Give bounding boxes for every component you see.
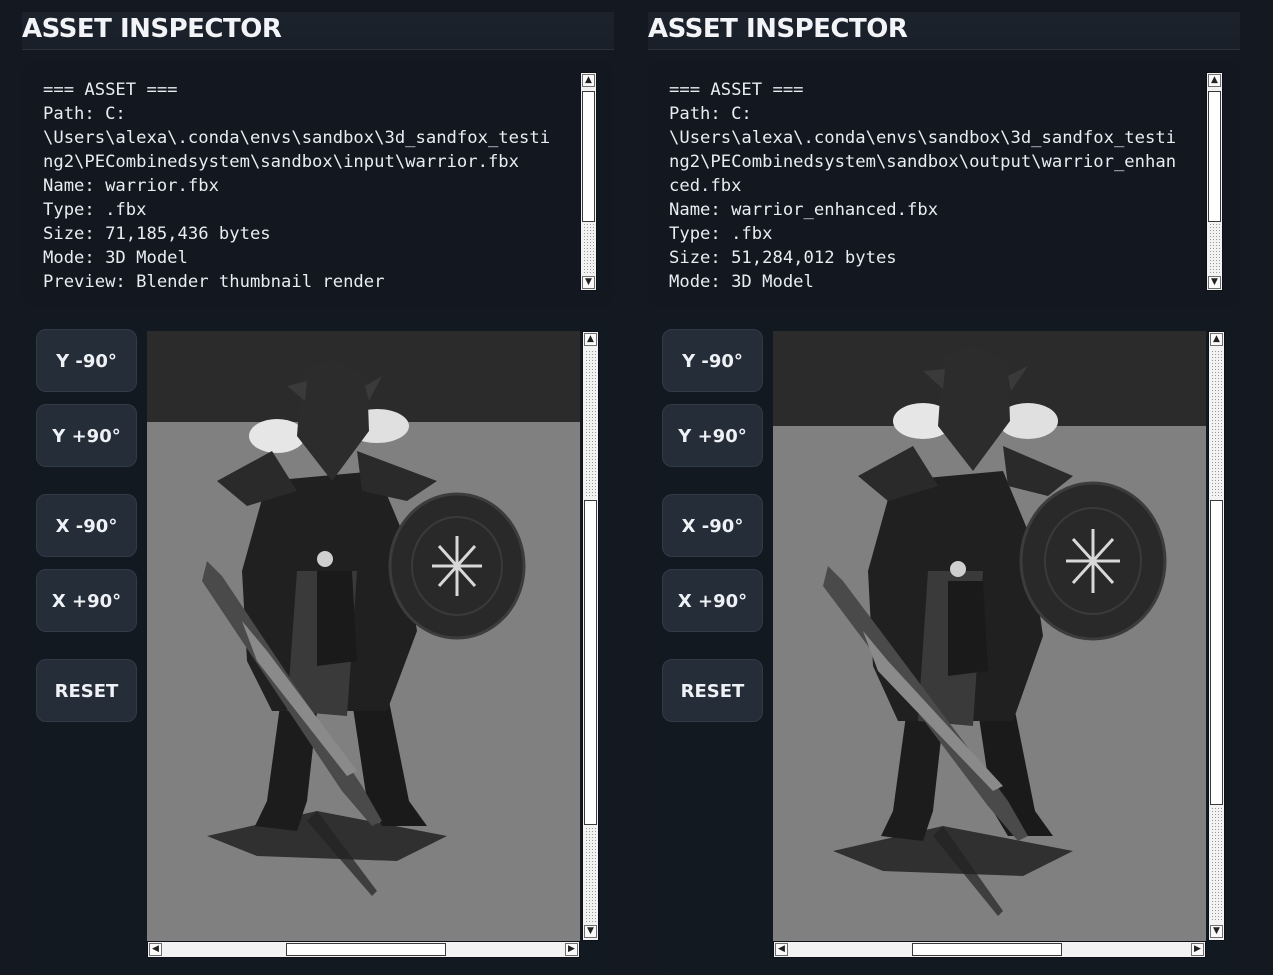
- scroll-up-arrow-icon[interactable]: ▲: [582, 74, 595, 87]
- preview-horizontal-scrollbar[interactable]: ◀ ▶: [773, 941, 1206, 958]
- right-inspector-panel: ASSET INSPECTOR === ASSET === Path: C: \…: [648, 0, 1240, 975]
- rotate-x-minus-button[interactable]: X -90°: [662, 494, 763, 557]
- reset-view-button[interactable]: RESET: [662, 659, 763, 722]
- preview-vertical-scrollbar[interactable]: ▲ ▼: [582, 331, 599, 941]
- info-vertical-scrollbar[interactable]: ▲ ▼: [580, 72, 597, 291]
- panel-header: ASSET INSPECTOR: [648, 12, 1240, 50]
- asset-info-box[interactable]: === ASSET === Path: C: \Users\alexa\.con…: [22, 61, 614, 307]
- scroll-thumb[interactable]: [1208, 91, 1221, 222]
- model-preview-canvas[interactable]: [147, 331, 580, 942]
- preview-vertical-scrollbar[interactable]: ▲ ▼: [1208, 331, 1225, 941]
- model-preview-canvas[interactable]: [773, 331, 1206, 942]
- scroll-up-arrow-icon[interactable]: ▲: [584, 333, 597, 346]
- warrior-model-icon: [202, 359, 526, 896]
- scroll-down-arrow-icon[interactable]: ▼: [584, 925, 597, 938]
- rotate-x-plus-button[interactable]: X +90°: [36, 569, 137, 632]
- scroll-track[interactable]: [585, 827, 596, 922]
- scroll-track[interactable]: [585, 350, 596, 498]
- rotate-x-plus-button[interactable]: X +90°: [662, 569, 763, 632]
- rotate-y-minus-button[interactable]: Y -90°: [36, 329, 137, 392]
- scroll-track[interactable]: [583, 223, 594, 273]
- scroll-thumb[interactable]: [286, 943, 446, 956]
- model-viewer: Y -90° Y +90° X -90° X +90° RESET ▲ ▼ ◀ …: [22, 315, 614, 975]
- scroll-thumb[interactable]: [1210, 500, 1223, 805]
- scroll-thumb[interactable]: [582, 91, 595, 222]
- panel-title: ASSET INSPECTOR: [22, 14, 282, 44]
- scroll-down-arrow-icon[interactable]: ▼: [582, 276, 595, 289]
- panel-title: ASSET INSPECTOR: [648, 14, 908, 44]
- scroll-track[interactable]: [1211, 350, 1222, 498]
- rotate-x-minus-button[interactable]: X -90°: [36, 494, 137, 557]
- scroll-left-arrow-icon[interactable]: ◀: [775, 943, 788, 956]
- warrior-model-icon: [823, 346, 1167, 916]
- scroll-right-arrow-icon[interactable]: ▶: [1191, 943, 1204, 956]
- left-inspector-panel: ASSET INSPECTOR === ASSET === Path: C: \…: [22, 0, 614, 975]
- scroll-thumb[interactable]: [584, 500, 597, 825]
- asset-info-text: === ASSET === Path: C: \Users\alexa\.con…: [669, 80, 1177, 292]
- asset-info-text: === ASSET === Path: C: \Users\alexa\.con…: [43, 80, 551, 292]
- preview-horizontal-scrollbar[interactable]: ◀ ▶: [147, 941, 580, 958]
- panel-header: ASSET INSPECTOR: [22, 12, 614, 50]
- scroll-up-arrow-icon[interactable]: ▲: [1208, 74, 1221, 87]
- scroll-thumb[interactable]: [912, 943, 1062, 956]
- rotate-y-plus-button[interactable]: Y +90°: [36, 404, 137, 467]
- scroll-down-arrow-icon[interactable]: ▼: [1208, 276, 1221, 289]
- scroll-left-arrow-icon[interactable]: ◀: [149, 943, 162, 956]
- scroll-up-arrow-icon[interactable]: ▲: [1210, 333, 1223, 346]
- scroll-track[interactable]: [1209, 223, 1220, 273]
- scroll-track[interactable]: [1211, 807, 1222, 922]
- rotate-y-minus-button[interactable]: Y -90°: [662, 329, 763, 392]
- rotate-y-plus-button[interactable]: Y +90°: [662, 404, 763, 467]
- model-viewer: Y -90° Y +90° X -90° X +90° RESET ▲ ▼ ◀ …: [648, 315, 1240, 975]
- asset-info-box[interactable]: === ASSET === Path: C: \Users\alexa\.con…: [648, 61, 1240, 307]
- reset-view-button[interactable]: RESET: [36, 659, 137, 722]
- scroll-right-arrow-icon[interactable]: ▶: [565, 943, 578, 956]
- info-vertical-scrollbar[interactable]: ▲ ▼: [1206, 72, 1223, 291]
- scroll-down-arrow-icon[interactable]: ▼: [1210, 925, 1223, 938]
